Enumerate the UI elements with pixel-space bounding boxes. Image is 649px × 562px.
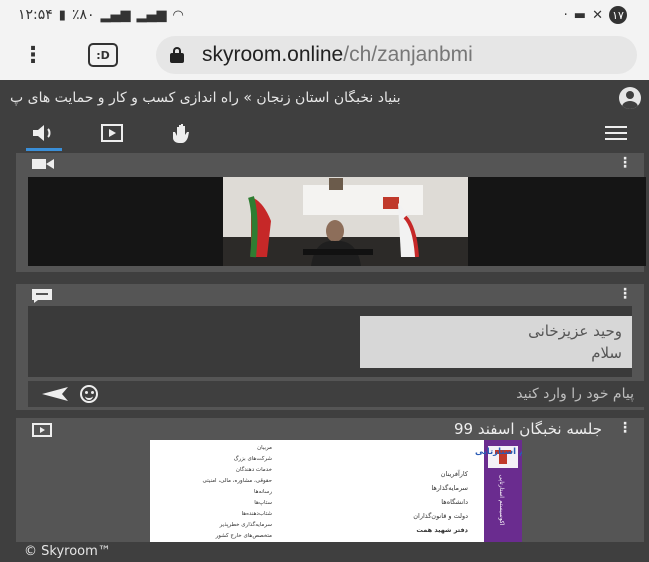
- emoji-icon[interactable]: [80, 385, 98, 403]
- right-col-item-4: دفتر شهید همت: [416, 526, 468, 534]
- slide-heading: بازیگران اکوسیستم استارتاپی: [475, 446, 522, 457]
- address-bar[interactable]: skyroom.online/ch/zanjanbmi: [156, 36, 637, 74]
- battery-icon: ▮: [58, 7, 66, 23]
- lock-icon: [170, 47, 184, 63]
- signal-icon: ▂▄▆: [100, 7, 131, 23]
- slide-canvas: اکوسیستم استارتاپی بازیگران اکوسیستم است…: [150, 440, 522, 542]
- left-col-item-6: شتاب‌دهنده‌ها: [242, 511, 273, 517]
- video-icon: [101, 124, 123, 142]
- right-col-item-1: سرمایه‌گذارها: [431, 484, 468, 492]
- left-col-item-4: رسانه‌ها: [254, 489, 272, 495]
- wifi-icon: ◠: [172, 7, 184, 23]
- url-path: /ch/zanjanbmi: [343, 43, 473, 66]
- document-panel-header: جلسه نخبگان اسفند 99 ⋮: [16, 418, 644, 440]
- room-toolbar: [0, 116, 649, 151]
- chat-input[interactable]: پیام خود را وارد کنید: [98, 386, 644, 402]
- speaker-video-image: [223, 177, 468, 266]
- chat-panel: ⋮ وحید عزیزخانی سلام پیام خود را وارد کن…: [16, 284, 644, 410]
- video-stream[interactable]: [28, 177, 646, 266]
- chat-icon: [32, 289, 52, 303]
- video-panel-menu-icon[interactable]: ⋮: [618, 155, 632, 171]
- status-bar: ۱۲:۵۴ ▮ ٪۸۰ ▂▄▆ ▂▄▆ ◠ · ▬ ✕ ۱۷: [0, 0, 649, 30]
- skyroom-app: بنیاد نخبگان استان زنجان » راه اندازی کس…: [0, 80, 649, 562]
- slide-side-text: اکوسیستم استارتاپی: [498, 475, 505, 526]
- dot-icon: ·: [563, 7, 568, 23]
- video-tab[interactable]: [98, 121, 126, 145]
- message-icon: ▬: [573, 7, 587, 23]
- chat-message: وحید عزیزخانی سلام: [360, 316, 632, 368]
- video-frame: [223, 177, 468, 266]
- notification-badge: ۱۷: [609, 6, 627, 24]
- room-title: بنیاد نخبگان استان زنجان » راه اندازی کس…: [10, 90, 401, 106]
- hand-icon: [173, 124, 189, 143]
- speaker-tab[interactable]: [26, 121, 62, 151]
- document-icon: [32, 423, 52, 437]
- left-col-item-5: ستاپ‌ها: [254, 500, 272, 506]
- chat-panel-header: ⋮: [16, 284, 644, 306]
- camera-icon: [32, 159, 54, 169]
- message-author: وحید عزیزخانی: [528, 322, 622, 340]
- footer-copyright: © Skyroom™: [24, 544, 111, 559]
- user-icon[interactable]: [619, 87, 641, 109]
- presentation-slide[interactable]: اکوسیستم استارتاپی بازیگران اکوسیستم است…: [150, 440, 522, 542]
- document-panel: جلسه نخبگان اسفند 99 ⋮ اکوسیستم استارتاپ…: [16, 418, 644, 542]
- url-host: skyroom.online: [202, 43, 344, 66]
- menu-icon[interactable]: [605, 126, 627, 140]
- chat-messages[interactable]: وحید عزیزخانی سلام: [28, 306, 632, 377]
- clock: ۱۲:۵۴: [18, 7, 53, 23]
- missed-call-icon: ✕: [592, 7, 603, 23]
- browser-menu-icon[interactable]: ⋮: [18, 43, 48, 68]
- signal-icon-2: ▂▄▆: [136, 7, 167, 23]
- left-col-item-8: متخصص‌های خارج کشور: [215, 532, 272, 539]
- left-col-item-1: شرکت‌های بزرگ: [234, 454, 273, 462]
- right-col-item-3: دولت و قانون‌گذاران: [413, 512, 468, 520]
- browser-toolbar: ⋮ :D skyroom.online/ch/zanjanbmi: [0, 30, 649, 80]
- document-panel-menu-icon[interactable]: ⋮: [618, 420, 632, 436]
- left-col-item-0: مربیان: [257, 445, 272, 451]
- video-panel: ⋮: [16, 153, 646, 272]
- left-col-item-3: حقوقی، مشاوره، مالی، امنیتی: [203, 478, 272, 484]
- chat-input-bar: پیام خود را وارد کنید: [28, 381, 644, 407]
- room-header: بنیاد نخبگان استان زنجان » راه اندازی کس…: [0, 80, 649, 116]
- left-col-item-7: سرمایه‌گذاری خطرپذیر: [219, 521, 273, 528]
- send-icon[interactable]: [42, 387, 68, 401]
- chat-panel-menu-icon[interactable]: ⋮: [618, 286, 632, 302]
- video-panel-header: ⋮: [16, 153, 644, 175]
- raise-hand-tab[interactable]: [166, 121, 194, 145]
- url-text: skyroom.online/ch/zanjanbmi: [202, 43, 473, 67]
- tab-switcher-button[interactable]: :D: [88, 43, 118, 67]
- right-col-item-2: دانشگاه‌ها: [441, 498, 468, 506]
- document-title: جلسه نخبگان اسفند 99: [453, 420, 602, 438]
- left-col-item-2: خدمات دهندگان: [236, 466, 272, 473]
- message-text: سلام: [591, 344, 622, 362]
- right-col-item-0: کارآفرینان: [441, 469, 469, 478]
- speaker-icon: [33, 125, 51, 141]
- battery-level: ٪۸۰: [71, 7, 95, 23]
